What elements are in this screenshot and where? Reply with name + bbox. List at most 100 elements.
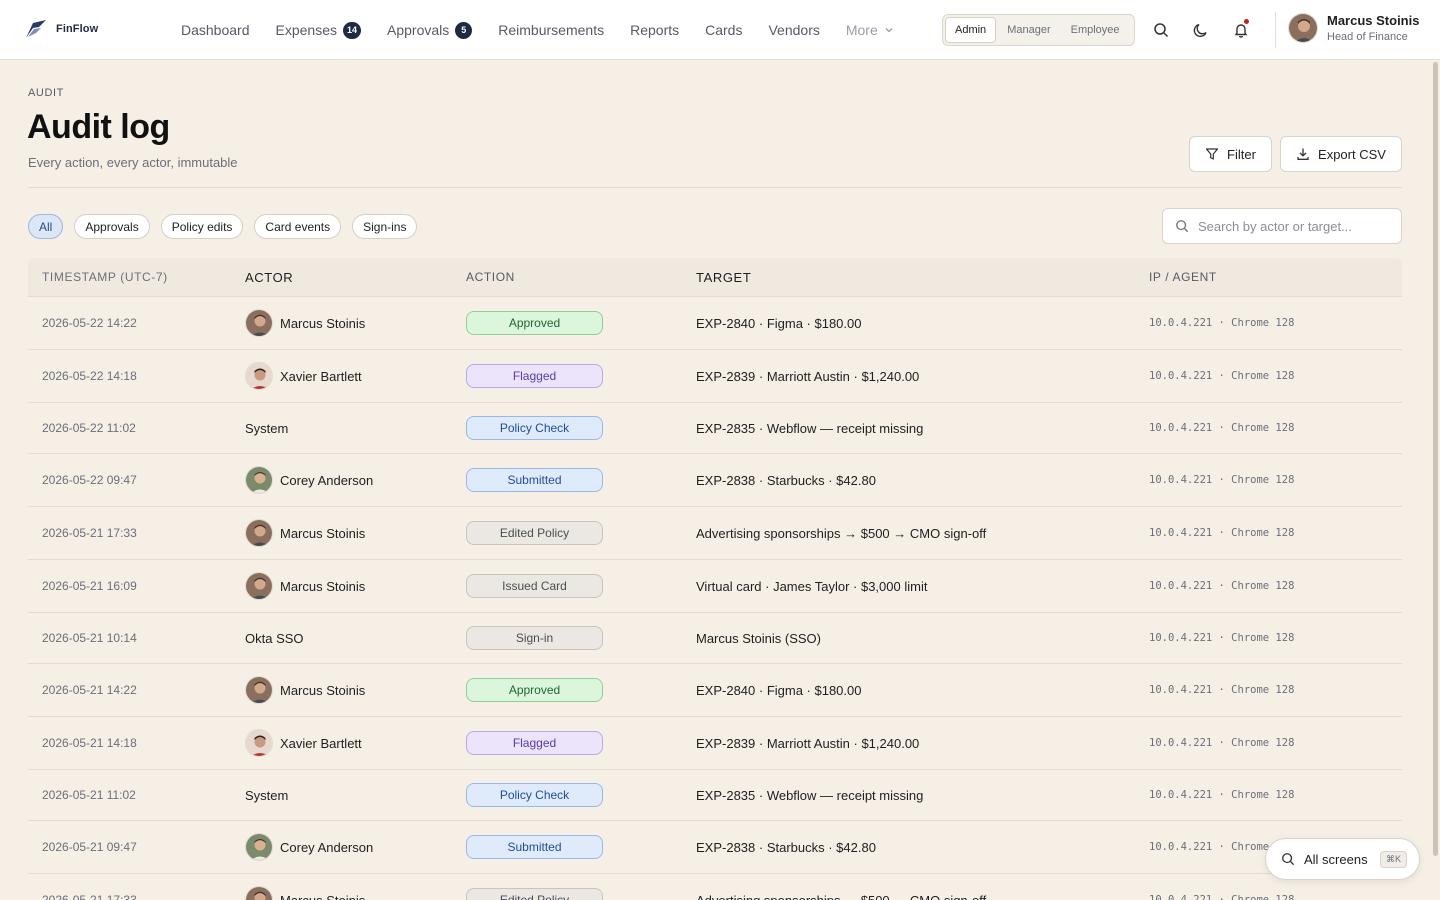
nav-item-reimbursements[interactable]: Reimbursements — [485, 0, 617, 60]
row-actor[interactable]: Marcus Stoinis — [245, 572, 466, 600]
row-target[interactable]: EXP-2835 · Webflow — receipt missing — [696, 788, 1149, 803]
nav-label: Approvals — [387, 22, 450, 38]
row-target[interactable]: EXP-2839 · Marriott Austin · $1,240.00 — [696, 369, 1149, 384]
notifications-button[interactable] — [1231, 18, 1251, 40]
row-actor[interactable]: Xavier Bartlett — [245, 729, 466, 757]
actor-avatar — [245, 886, 273, 900]
user-menu[interactable]: Marcus Stoinis Head of Finance — [1288, 13, 1419, 43]
actor-name: Marcus Stoinis — [280, 682, 366, 698]
table-row[interactable]: 2026-05-21 10:14 Okta SSO Sign-in Marcus St… — [28, 613, 1402, 664]
role-option-employee[interactable]: Employee — [1062, 17, 1129, 43]
row-target[interactable]: Marcus Stoinis (SSO) — [696, 631, 1149, 646]
action-badge: Flagged — [466, 364, 603, 388]
role-option-admin[interactable]: Admin — [945, 17, 997, 43]
row-timestamp: 2026-05-22 14:22 — [42, 316, 137, 330]
row-actor[interactable]: Marcus Stoinis — [245, 519, 466, 547]
table-row[interactable]: 2026-05-22 09:47 Corey Anderson Submitted E… — [28, 454, 1402, 507]
column-ip-agent[interactable]: IP / AGENT — [1149, 270, 1402, 284]
actor-avatar — [245, 676, 273, 704]
row-actor[interactable]: System — [245, 421, 466, 436]
row-actor[interactable]: Corey Anderson — [245, 466, 466, 494]
column-action[interactable]: ACTION — [466, 270, 696, 284]
role-option-manager[interactable]: Manager — [998, 17, 1059, 43]
row-action: Edited Policy — [466, 888, 696, 900]
column-timestamp[interactable]: TIMESTAMP (UTC-7) — [28, 270, 245, 284]
table-row[interactable]: 2026-05-21 14:18 Xavier Bartlett Flagged EX… — [28, 717, 1402, 770]
action-badge: Approved — [466, 678, 603, 702]
chip-approvals[interactable]: Approvals — [74, 214, 150, 239]
row-actor[interactable]: Marcus Stoinis — [245, 309, 466, 337]
table-row[interactable]: 2026-05-21 17:33 Marcus Stoinis Edited Pol… — [28, 874, 1402, 900]
table-row[interactable]: 2026-05-21 17:33 Marcus Stoinis Edited Pol… — [28, 507, 1402, 560]
row-actor[interactable]: Marcus Stoinis — [245, 886, 466, 900]
row-target[interactable]: EXP-2840 · Figma · $180.00 — [696, 683, 1149, 698]
column-target[interactable]: TARGET — [696, 270, 1149, 285]
table-row[interactable]: 2026-05-22 14:18 Xavier Bartlett Flagged EX… — [28, 350, 1402, 403]
search-icon — [1176, 220, 1189, 233]
row-target[interactable]: EXP-2838 · Starbucks · $42.80 — [696, 840, 1149, 855]
chip-sign-ins[interactable]: Sign-ins — [352, 214, 418, 239]
search-input[interactable] — [1198, 218, 1388, 234]
all-screens-button[interactable]: All screens ⌘K — [1265, 838, 1420, 880]
chip-policy-edits[interactable]: Policy edits — [160, 214, 244, 239]
top-divider — [1275, 12, 1276, 48]
nav-item-approvals[interactable]: Approvals 5 — [374, 0, 485, 60]
row-target[interactable]: EXP-2840 · Figma · $180.00 — [696, 316, 1149, 331]
table-row[interactable]: 2026-05-22 11:02 System Policy Check EXP-28… — [28, 403, 1402, 454]
row-timestamp: 2026-05-21 09:47 — [42, 840, 137, 854]
actor-name: Marcus Stoinis — [280, 525, 366, 541]
finflow-logo-icon — [26, 20, 46, 38]
actor-avatar — [245, 309, 273, 337]
row-timestamp: 2026-05-22 09:47 — [42, 473, 137, 487]
nav-item-cards[interactable]: Cards — [692, 0, 755, 60]
brand-logo[interactable]: FinFlow — [24, 18, 98, 40]
nav-item-vendors[interactable]: Vendors — [755, 0, 832, 60]
search-button[interactable] — [1151, 20, 1171, 40]
audit-search — [1162, 208, 1402, 244]
row-actor[interactable]: Okta SSO — [245, 631, 466, 646]
table-row[interactable]: 2026-05-21 11:02 System Policy Check EXP-28… — [28, 770, 1402, 821]
page-scrollbar[interactable] — [1433, 62, 1438, 856]
nav-item-expenses[interactable]: Expenses 14 — [263, 0, 375, 60]
actor-avatar — [245, 362, 273, 390]
notification-indicator — [1243, 18, 1250, 25]
row-actor[interactable]: System — [245, 788, 466, 803]
actor-name: Corey Anderson — [280, 472, 374, 488]
chip-card-events[interactable]: Card events — [254, 214, 342, 239]
row-action: Flagged — [466, 364, 696, 388]
chip-all[interactable]: All — [28, 214, 64, 239]
table-row[interactable]: 2026-05-21 14:22 Marcus Stoinis Approved EX… — [28, 664, 1402, 717]
table-header: TIMESTAMP (UTC-7) ACTOR ACTION TARGET IP… — [28, 258, 1402, 297]
table-row[interactable]: 2026-05-21 09:47 Corey Anderson Submitted E… — [28, 821, 1402, 874]
column-actor[interactable]: ACTOR — [245, 270, 466, 285]
row-target[interactable]: EXP-2839 · Marriott Austin · $1,240.00 — [696, 736, 1149, 751]
row-timestamp: 2026-05-22 11:02 — [42, 421, 136, 435]
table-row[interactable]: 2026-05-22 14:22 Marcus Stoinis Approved EX… — [28, 297, 1402, 350]
filter-button-label: Filter — [1227, 146, 1256, 162]
nav-item-reports[interactable]: Reports — [617, 0, 692, 60]
row-timestamp: 2026-05-21 14:18 — [42, 736, 137, 750]
audit-table: TIMESTAMP (UTC-7) ACTOR ACTION TARGET IP… — [28, 258, 1402, 900]
filter-button[interactable]: Filter — [1189, 136, 1272, 172]
nav-item-more[interactable]: More — [833, 0, 907, 60]
actor-name: Okta SSO — [245, 630, 304, 646]
row-target[interactable]: Virtual card · James Taylor · $3,000 lim… — [696, 579, 1149, 594]
row-timestamp: 2026-05-22 14:18 — [42, 369, 137, 383]
all-screens-label: All screens — [1304, 851, 1368, 867]
export-csv-button[interactable]: Export CSV — [1280, 136, 1402, 172]
table-row[interactable]: 2026-05-21 16:09 Marcus Stoinis Issued Car… — [28, 560, 1402, 613]
actor-name: Marcus Stoinis — [280, 892, 366, 900]
theme-toggle-button[interactable] — [1191, 20, 1211, 40]
row-target[interactable]: EXP-2838 · Starbucks · $42.80 — [696, 473, 1149, 488]
row-target[interactable]: EXP-2835 · Webflow — receipt missing — [696, 421, 1149, 436]
row-ip-agent: 10.0.4.221 · Chrome 128 — [1149, 317, 1295, 329]
nav-item-dashboard[interactable]: Dashboard — [168, 0, 263, 60]
row-actor[interactable]: Marcus Stoinis — [245, 676, 466, 704]
row-ip-agent: 10.0.4.221 · Chrome 128 — [1149, 580, 1295, 592]
row-target[interactable]: Advertising sponsorships → $500 → CMO si… — [696, 526, 1149, 541]
nav-label: Dashboard — [181, 22, 250, 38]
row-actor[interactable]: Corey Anderson — [245, 833, 466, 861]
row-ip-agent: 10.0.4.221 · Chrome 128 — [1149, 632, 1295, 644]
row-target[interactable]: Advertising sponsorships → $500 → CMO si… — [696, 893, 1149, 900]
row-actor[interactable]: Xavier Bartlett — [245, 362, 466, 390]
